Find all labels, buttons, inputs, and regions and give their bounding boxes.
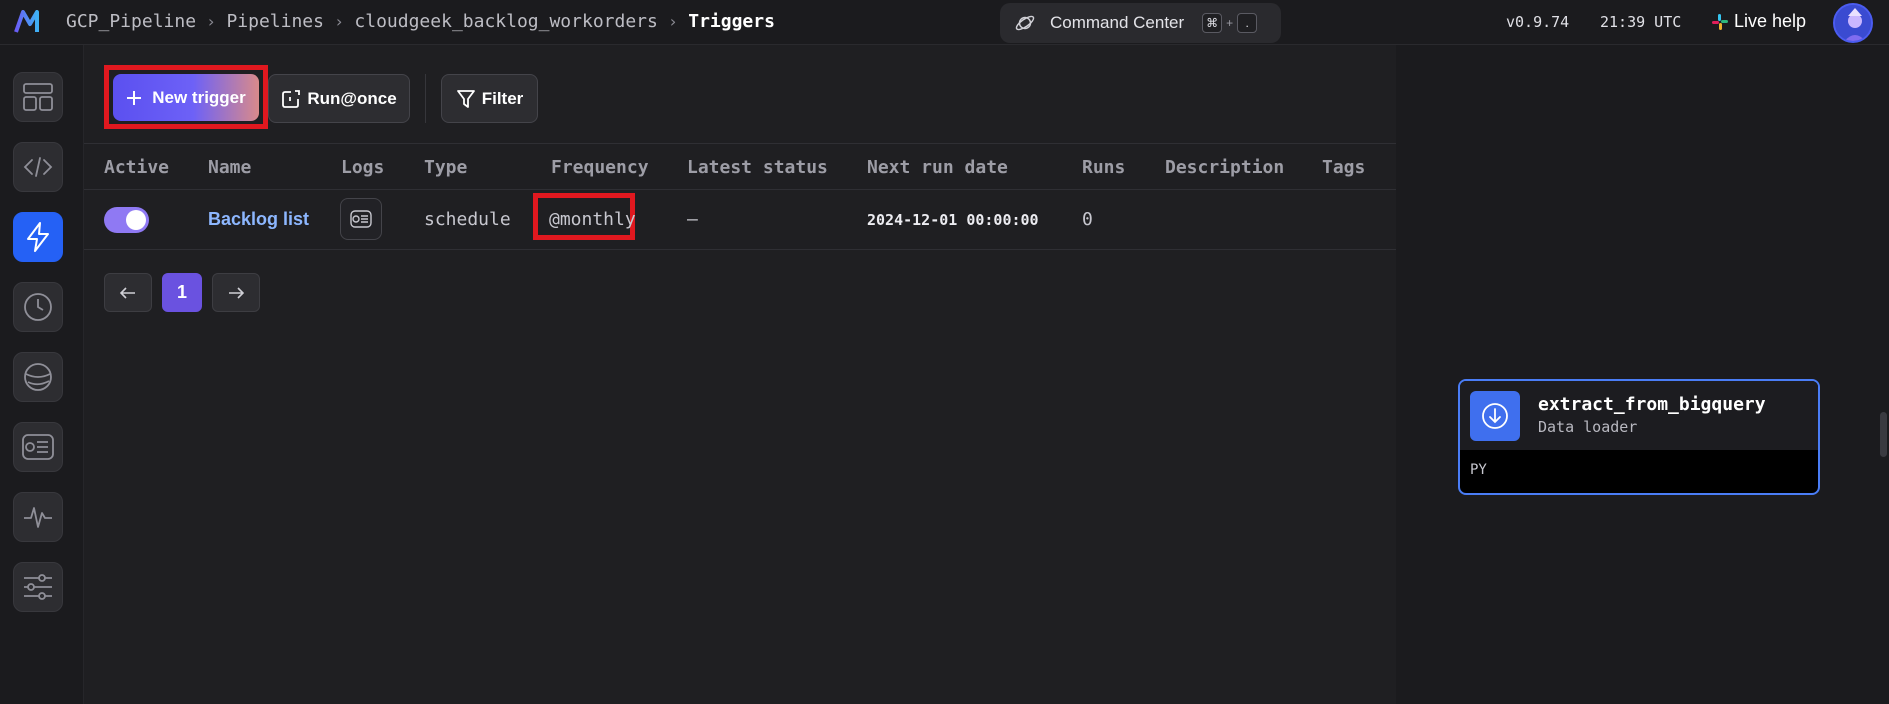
- trigger-next-run-date: 2024-12-01 00:00:00: [867, 211, 1039, 229]
- column-runs[interactable]: Runs: [1082, 157, 1125, 178]
- toolbar-divider: [425, 74, 426, 123]
- logs-button[interactable]: [340, 198, 382, 240]
- column-tags[interactable]: Tags: [1322, 157, 1365, 178]
- column-description[interactable]: Description: [1165, 157, 1284, 178]
- trigger-name-link[interactable]: Backlog list: [208, 209, 309, 230]
- lightning-icon: [27, 222, 49, 252]
- column-next-run-date[interactable]: Next run date: [867, 157, 1008, 178]
- trigger-type: schedule: [424, 209, 511, 230]
- breadcrumb-pipeline[interactable]: cloudgeek_backlog_workorders: [354, 11, 657, 32]
- trigger-frequency: @monthly: [549, 209, 636, 230]
- run-once-label: Run@once: [307, 88, 397, 108]
- column-name[interactable]: Name: [208, 157, 251, 178]
- active-toggle[interactable]: [104, 207, 149, 233]
- time-label: 21:39 UTC: [1600, 13, 1682, 31]
- pipeline-preview-panel: extract_from_bigquery Data loader PY: [1396, 45, 1889, 704]
- breadcrumb-project[interactable]: GCP_Pipeline: [66, 11, 196, 32]
- trigger-latest-status: —: [687, 209, 698, 230]
- sidebar-item-runs[interactable]: [13, 282, 63, 332]
- download-icon: [1482, 403, 1508, 429]
- column-latest-status[interactable]: Latest status: [687, 157, 828, 178]
- new-trigger-button[interactable]: New trigger: [113, 74, 259, 121]
- live-help-label: Live help: [1734, 11, 1807, 31]
- column-active[interactable]: Active: [104, 157, 169, 178]
- avatar-image: [1835, 5, 1871, 41]
- block-language: PY: [1470, 462, 1487, 478]
- layout-icon: [23, 83, 53, 111]
- new-trigger-label: New trigger: [152, 87, 246, 107]
- trigger-runs: 0: [1082, 209, 1093, 230]
- plus-icon: [127, 90, 142, 105]
- table-header: Active Name Logs Type Frequency Latest s…: [84, 145, 1396, 190]
- slack-icon: [1712, 13, 1728, 30]
- sidebar-item-monitor[interactable]: [13, 492, 63, 542]
- filter-button[interactable]: Filter: [441, 74, 538, 123]
- sidebar-item-logs[interactable]: [13, 422, 63, 472]
- sidebar: [0, 45, 84, 704]
- arrow-left-icon: [120, 286, 135, 299]
- command-center-label: Command Center: [1050, 13, 1185, 32]
- version-label: v0.9.74: [1506, 13, 1570, 31]
- mage-logo[interactable]: [14, 10, 46, 34]
- column-logs[interactable]: Logs: [341, 157, 384, 178]
- sidebar-item-triggers[interactable]: [13, 212, 63, 262]
- avatar[interactable]: [1833, 3, 1873, 43]
- planet-icon: [1015, 15, 1035, 31]
- live-help-link[interactable]: Live help: [1712, 11, 1806, 32]
- cmd-key: ⌘: [1202, 13, 1223, 33]
- block-subtitle: Data loader: [1538, 418, 1638, 436]
- scrollbar[interactable]: [1880, 412, 1887, 457]
- triggers-panel: New trigger Run@once Filter Active Name …: [84, 45, 1396, 704]
- pagination: 1: [104, 273, 260, 312]
- filter-icon: [456, 89, 475, 108]
- sidebar-item-backfills[interactable]: [13, 352, 63, 402]
- next-page-button[interactable]: [212, 273, 260, 312]
- block-header: extract_from_bigquery Data loader: [1460, 381, 1818, 450]
- sliders-icon: [24, 574, 52, 600]
- toolbar: New trigger Run@once Filter: [84, 45, 1396, 144]
- plus-sign: +: [1226, 16, 1234, 30]
- shortcut-keys: ⌘ + .: [1202, 13, 1258, 33]
- arrow-right-icon: [229, 286, 244, 299]
- period-key: .: [1237, 13, 1258, 33]
- pulse-icon: [24, 507, 52, 528]
- sidebar-item-settings[interactable]: [13, 562, 63, 612]
- filter-label: Filter: [481, 88, 524, 108]
- clock-icon: [24, 293, 52, 321]
- run-once-icon: [282, 89, 301, 108]
- block-type-icon: [1470, 391, 1520, 441]
- breadcrumb-current: Triggers: [688, 11, 775, 32]
- table-row[interactable]: Backlog list schedule @monthly — 2024-12…: [84, 191, 1396, 250]
- code-icon: [23, 157, 53, 177]
- sidebar-item-overview[interactable]: [13, 72, 63, 122]
- breadcrumb-pipelines[interactable]: Pipelines: [226, 11, 324, 32]
- column-type[interactable]: Type: [424, 157, 467, 178]
- toggle-knob: [126, 210, 146, 230]
- block-title: extract_from_bigquery: [1538, 394, 1766, 415]
- pipeline-block[interactable]: extract_from_bigquery Data loader PY: [1458, 379, 1820, 495]
- column-frequency[interactable]: Frequency: [551, 157, 649, 178]
- planet-icon: [24, 363, 52, 391]
- sidebar-item-edit[interactable]: [13, 142, 63, 192]
- logs-icon: [22, 434, 54, 460]
- prev-page-button[interactable]: [104, 273, 152, 312]
- page-button-current[interactable]: 1: [162, 273, 202, 312]
- header: GCP_Pipeline › Pipelines › cloudgeek_bac…: [0, 0, 1889, 45]
- breadcrumb: GCP_Pipeline › Pipelines › cloudgeek_bac…: [66, 11, 775, 32]
- run-once-button[interactable]: Run@once: [268, 74, 410, 123]
- chevron-right-icon: ›: [669, 12, 677, 31]
- command-center-button[interactable]: Command Center ⌘ + .: [1000, 3, 1281, 43]
- chevron-right-icon: ›: [208, 12, 215, 31]
- logs-icon: [350, 210, 372, 228]
- chevron-right-icon: ›: [336, 12, 343, 31]
